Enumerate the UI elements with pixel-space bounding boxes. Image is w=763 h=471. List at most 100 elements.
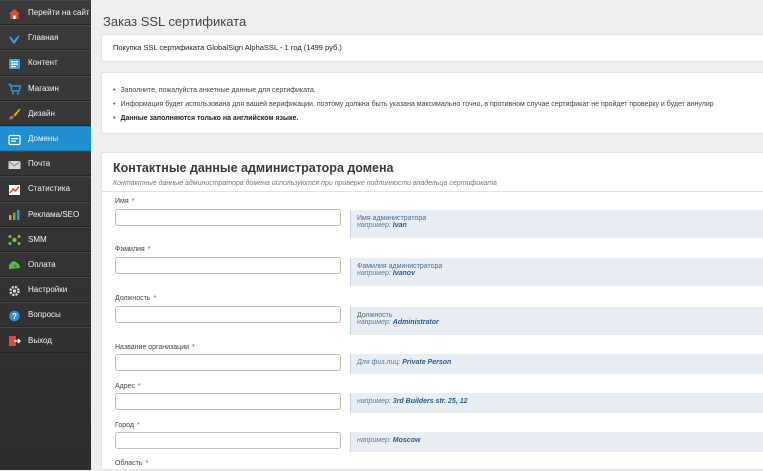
field-label-text: Область — [115, 460, 143, 467]
field-hint: например: Moscow — [350, 432, 763, 452]
section-subtitle: Контактные данные администратора домена … — [113, 180, 497, 187]
domains-icon — [8, 133, 21, 145]
divider — [102, 191, 763, 192]
sidebar-item-label: Статистика — [28, 184, 71, 194]
exit-icon — [8, 334, 21, 347]
sidebar-item-settings[interactable]: Настройки — [0, 277, 91, 303]
sidebar-item-label: Оплата — [28, 259, 56, 269]
sidebar-item-label: Главная — [28, 33, 59, 43]
note-item: Данные заполняются только на английском … — [113, 112, 714, 126]
field-organization: Название организации * Для физ.лиц: Priva… — [102, 343, 763, 383]
sidebar-item-shop[interactable]: Магазин — [0, 75, 91, 101]
hint-prefix: Для физ.лиц: — [357, 359, 401, 366]
hint-prefix: например: — [357, 437, 391, 444]
field-label: Область * — [115, 460, 148, 467]
last-name-input[interactable] — [115, 257, 341, 274]
hint-example: Moscow — [392, 437, 421, 444]
payment-icon — [8, 258, 21, 270]
content-icon — [8, 57, 21, 69]
hint-label: Фамилия администратора — [357, 263, 443, 270]
required-mark: * — [136, 422, 140, 429]
sidebar-item-statistics[interactable]: Статистика — [0, 176, 91, 202]
field-city: Город * например: Moscow — [102, 421, 763, 461]
city-input[interactable] — [115, 432, 341, 449]
admin-contact-form: Контактные данные администратора домена … — [101, 152, 763, 470]
main-content: Заказ SSL сертификата Покупка SSL сертиф… — [91, 0, 763, 470]
position-input[interactable] — [115, 306, 341, 323]
section-title: Контактные данные администратора домена — [113, 161, 394, 175]
sidebar-item-smm[interactable]: SMM — [0, 226, 91, 252]
address-input[interactable] — [115, 393, 341, 410]
purchase-info: Покупка SSL сертификата GlobalSign Alpha… — [113, 43, 342, 52]
field-hint: Имя администратора например: Ivan — [350, 210, 763, 238]
sidebar-item-seo[interactable]: Реклама/SEO — [0, 201, 91, 227]
sidebar-item-label: Перейти на сайт — [28, 8, 90, 18]
sidebar-item-design[interactable]: Дизайн — [0, 100, 91, 126]
field-label: Адрес * — [115, 383, 141, 390]
field-label-text: Адрес — [115, 383, 136, 390]
hint-example: Administrator — [392, 319, 439, 326]
field-hint: например: 3rd Builders str. 25, 12 — [350, 393, 763, 413]
cart-icon — [8, 82, 22, 95]
field-label-text: Имя — [115, 198, 129, 205]
sidebar-item-label: Реклама/SEO — [28, 209, 80, 219]
sidebar-item-go-to-site[interactable]: Перейти на сайт — [0, 0, 91, 26]
field-address: Адрес * например: 3rd Builders str. 25, 1… — [102, 382, 763, 422]
purchase-panel: Покупка SSL сертификата GlobalSign Alpha… — [101, 34, 763, 62]
field-hint: Фамилия администратора например: Ivanov — [350, 258, 763, 286]
field-label: Фамилия * — [115, 246, 150, 253]
field-label-text: Город — [115, 422, 134, 429]
sidebar-item-label: Контент — [28, 58, 58, 68]
field-label: Имя * — [115, 198, 134, 205]
note-item: Информация будет использована для вашей … — [113, 98, 713, 112]
brush-icon — [8, 107, 21, 120]
note-item: Заполните, пожалуйста анкетные данные дл… — [113, 84, 714, 98]
hint-example: Ivan — [392, 222, 407, 229]
hint-label: Имя администратора — [357, 215, 427, 222]
required-mark: * — [131, 198, 135, 205]
page-title: Заказ SSL сертификата — [103, 14, 247, 29]
sidebar-item-mail[interactable]: Почта — [0, 151, 91, 177]
hint-prefix: например: — [357, 398, 391, 405]
sidebar-item-home[interactable]: Главная — [0, 25, 91, 51]
sidebar: Перейти на сайт Главная Контент Магазин … — [0, 0, 91, 470]
stats-icon — [8, 183, 21, 195]
sidebar-item-label: Магазин — [28, 83, 59, 93]
sidebar-item-questions[interactable]: ? Вопросы — [0, 302, 91, 328]
required-mark: * — [153, 295, 157, 302]
sidebar-item-label: Домены — [28, 134, 59, 144]
notes-panel: Заполните, пожалуйста анкетные данные дл… — [101, 72, 763, 134]
field-first-name: Имя * Имя администратора например: Ivan — [102, 197, 763, 245]
home-icon — [8, 7, 21, 19]
required-mark: * — [145, 460, 149, 467]
hint-example: Ivanov — [392, 270, 415, 277]
gear-icon — [8, 284, 21, 296]
sidebar-item-payment[interactable]: Оплата — [0, 251, 91, 278]
required-mark: * — [192, 344, 195, 351]
sidebar-item-domains[interactable]: Домены — [0, 125, 91, 152]
required-mark: * — [138, 383, 141, 390]
field-hint: Для физ.лиц: Private Person — [350, 354, 763, 374]
sidebar-item-content[interactable]: Контент — [0, 50, 91, 76]
field-label-text: Должность — [115, 295, 151, 302]
smm-icon — [8, 233, 21, 246]
first-name-input[interactable] — [115, 209, 341, 226]
field-label: Название организации * — [115, 344, 195, 351]
sidebar-item-label: Почта — [28, 159, 51, 169]
question-icon: ? — [8, 309, 21, 322]
field-hint: Должность например: Administrator — [350, 307, 763, 335]
sidebar-item-exit[interactable]: Выход — [0, 327, 91, 353]
mail-icon — [8, 158, 21, 170]
notes-list: Заполните, пожалуйста анкетные данные дл… — [113, 84, 714, 126]
field-label: Город * — [115, 422, 140, 429]
hint-label: Должность — [357, 312, 393, 319]
organization-input[interactable] — [115, 354, 341, 371]
field-region: Область * — [102, 459, 763, 471]
bird-icon — [8, 32, 21, 44]
svg-text:?: ? — [12, 312, 17, 321]
hint-prefix: например: — [357, 319, 391, 326]
hint-prefix: например: — [357, 222, 391, 229]
hint-example: 3rd Builders str. 25, 12 — [392, 398, 468, 405]
field-position: Должность * Должность например: Administr… — [102, 294, 763, 342]
sidebar-item-label: Вопросы — [28, 310, 61, 320]
